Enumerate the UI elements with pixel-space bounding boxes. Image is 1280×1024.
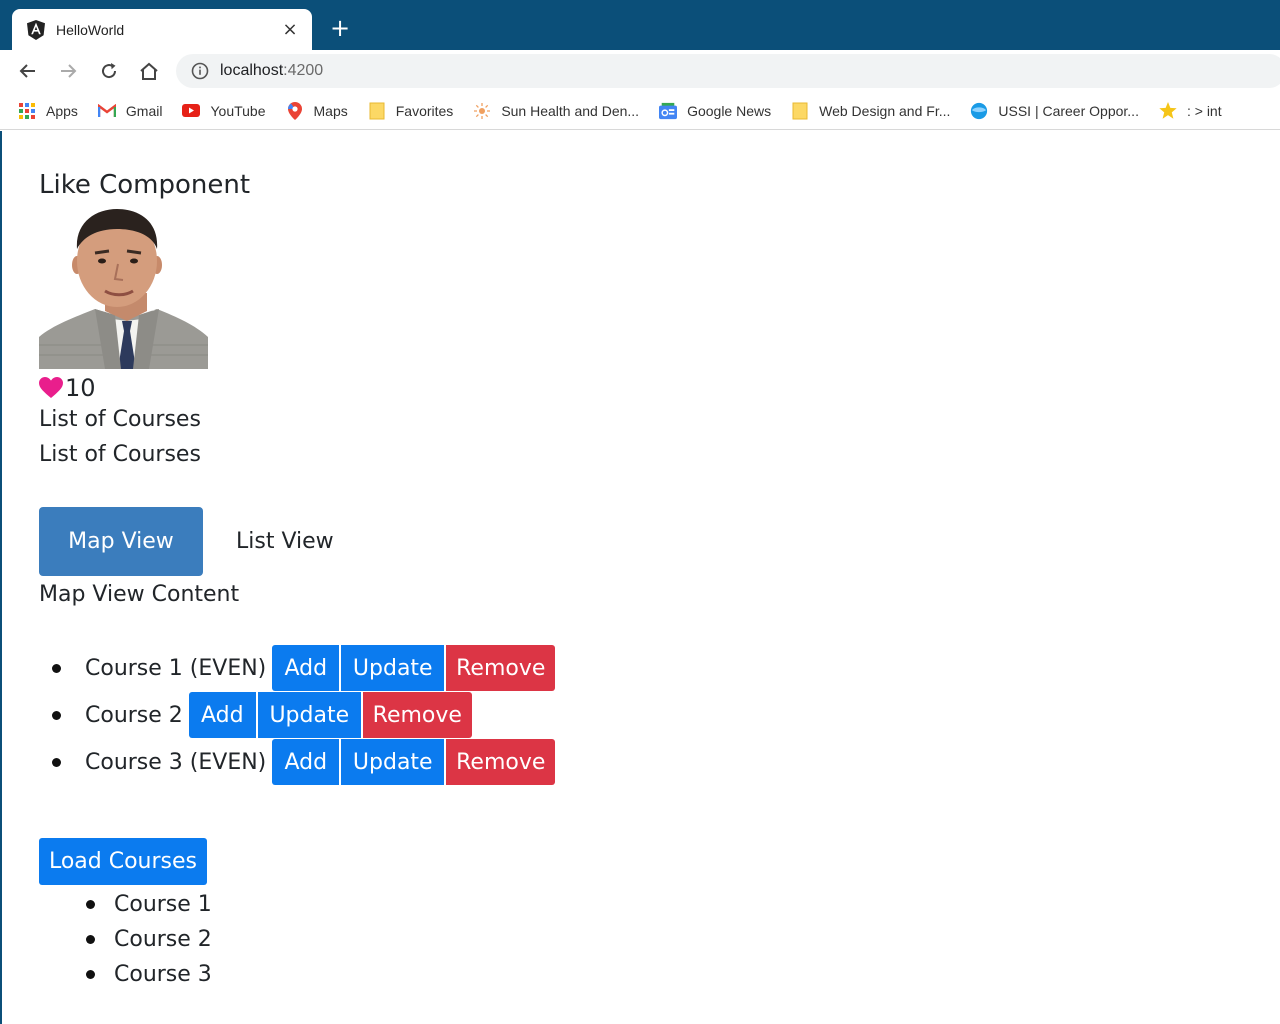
like-counter[interactable]: 10 [39,373,96,403]
bullet [86,900,95,909]
bookmark-label: Gmail [125,102,163,119]
bookmark-google-news[interactable]: Google News [659,102,771,120]
course-label: Course 1 (EVEN) [85,655,267,681]
bookmark-sun-health[interactable]: Sun Health and Den... [473,102,639,120]
bookmark-label: Web Design and Fr... [819,102,951,119]
bullet [86,970,95,979]
bookmark-label: USSI | Career Oppor... [998,102,1139,119]
gmail-icon [97,102,116,120]
star-icon [1159,101,1177,120]
heart-icon[interactable] [39,377,63,399]
back-icon[interactable] [14,57,42,85]
google-news-icon [659,102,678,120]
page-title: Like Component [39,170,251,200]
list-item: Course 3 (EVEN) Add Update Remove [52,739,557,785]
bookmark-ussi[interactable]: USSI | Career Oppor... [970,102,1139,120]
tab-map-view[interactable]: Map View [39,507,203,576]
bullet [52,710,61,720]
bookmark-maps[interactable]: Maps [286,101,348,120]
sun-icon [473,102,491,120]
bookmark-web-design[interactable]: Web Design and Fr... [791,102,950,120]
address-bar[interactable]: localhost:4200 [176,54,1280,88]
add-button[interactable]: Add [272,739,340,785]
folder-icon [368,102,386,120]
bookmark-label: Maps [313,102,348,119]
angular-icon [26,19,46,40]
tab-title: HelloWorld [56,21,125,38]
bookmark-label: Apps [46,102,78,119]
list-item: Course 1 (EVEN) Add Update Remove [52,645,557,691]
profile-photo [39,209,208,369]
forward-icon[interactable] [54,57,82,85]
browser-toolbar: localhost:4200 [0,50,1280,92]
course-label: Course 1 [114,892,212,917]
update-button[interactable]: Update [341,739,445,785]
list-heading: List of Courses [39,442,201,467]
list-item: Course 2 Add Update Remove [52,692,557,738]
globe-icon [970,102,988,120]
bullet [52,757,61,767]
bookmark-gmail[interactable]: Gmail [97,102,163,120]
bookmark-apps[interactable]: Apps [18,102,78,120]
list-heading: List of Courses [39,407,201,432]
bookmark-label: Favorites [395,102,454,119]
course-label: Course 3 [114,962,212,987]
maps-pin-icon [286,101,304,120]
bookmark-youtube[interactable]: YouTube [182,102,266,120]
folder-icon [791,102,809,120]
course-label: Course 2 [85,702,183,728]
new-tab-button[interactable]: + [326,14,354,42]
remove-button[interactable]: Remove [446,645,556,691]
window-edge [0,131,2,1024]
update-button[interactable]: Update [257,692,361,738]
bullet [86,935,95,944]
tab-content: Map View Content [39,582,240,607]
tab-list-view[interactable]: List View [236,507,334,576]
bookmark-label: Google News [687,102,772,119]
load-courses-button[interactable]: Load Courses [39,838,207,885]
add-button[interactable]: Add [188,692,256,738]
browser-tab-strip: HelloWorld × + [0,0,1280,50]
apps-grid-icon [18,102,36,120]
add-button[interactable]: Add [272,645,340,691]
reload-icon[interactable] [95,57,123,85]
course-list: Course 1 (EVEN) Add Update Remove Course… [52,645,557,785]
bookmarks-bar: Apps Gmail YouTube Maps Favorites Sun He… [0,92,1280,130]
bookmark-label: Sun Health and Den... [501,102,640,119]
bullet [52,663,61,673]
info-icon[interactable] [190,61,210,81]
like-count: 10 [65,374,96,402]
list-item: Course 2 [86,922,212,957]
remove-button[interactable]: Remove [446,739,556,785]
remove-button[interactable]: Remove [362,692,472,738]
course-label: Course 2 [114,927,212,952]
course-label: Course 3 (EVEN) [85,749,267,775]
url-port: :4200 [283,62,324,79]
url-host: localhost [220,62,284,79]
bookmark-label: : > int [1186,102,1222,119]
loaded-course-list: Course 1 Course 2 Course 3 [86,887,212,992]
list-item: Course 3 [86,957,212,992]
page-content: Like Component 10 List of Courses List o… [39,131,1280,1024]
youtube-icon [182,102,201,120]
update-button[interactable]: Update [341,645,445,691]
home-icon[interactable] [135,57,163,85]
close-tab-icon[interactable]: × [280,19,300,40]
browser-tab[interactable]: HelloWorld × [12,9,312,50]
list-item: Course 1 [86,887,212,922]
bookmark-int[interactable]: : > int [1159,101,1222,120]
bookmark-label: YouTube [210,102,266,119]
bookmark-favorites[interactable]: Favorites [368,102,454,120]
